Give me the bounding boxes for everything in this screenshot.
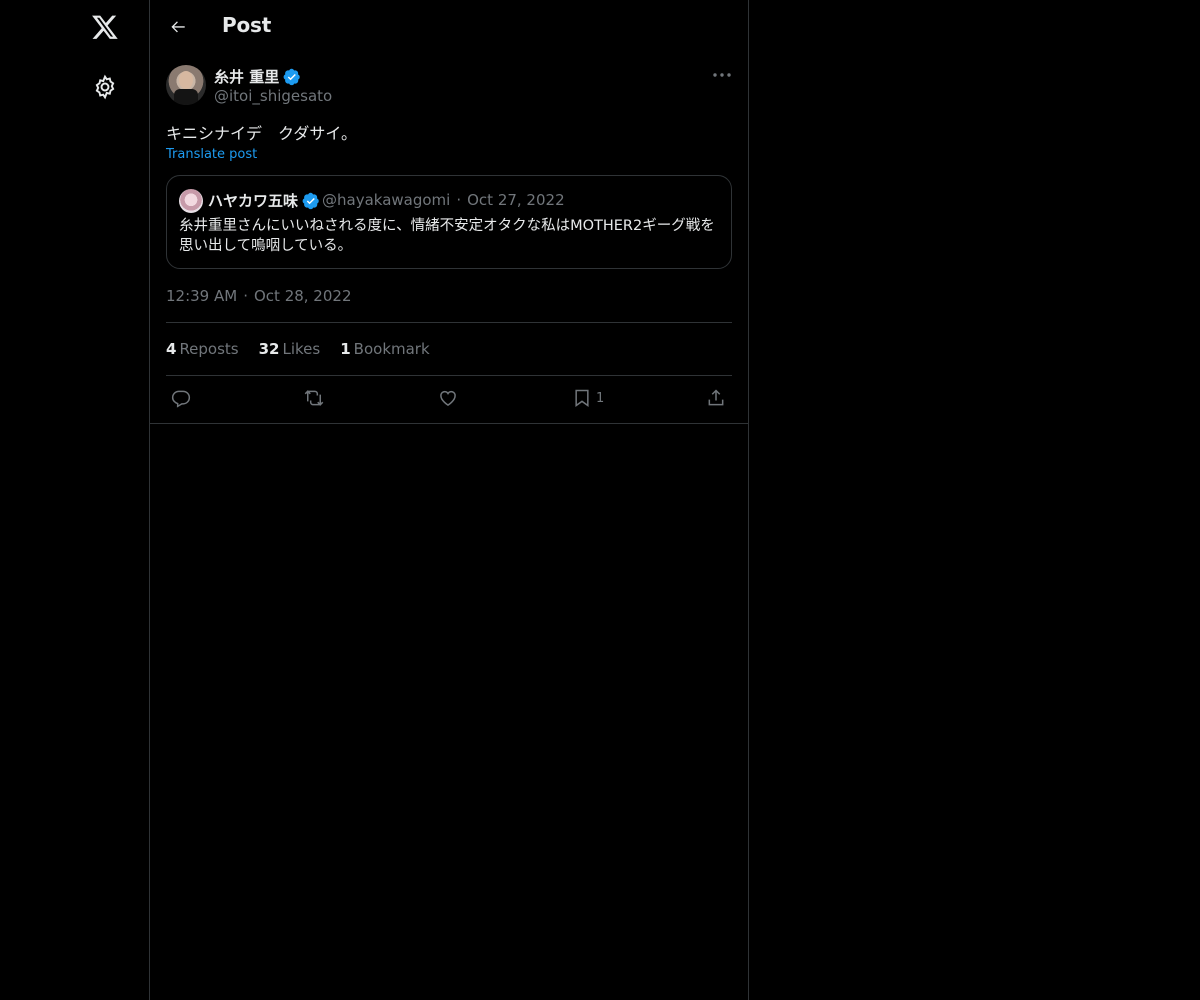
back-arrow-icon[interactable] (166, 15, 190, 39)
like-button[interactable] (438, 386, 458, 410)
more-icon[interactable] (710, 66, 734, 84)
page-header: Post (150, 0, 748, 54)
separator-dot: · (456, 191, 462, 209)
action-bar: 1 (166, 386, 732, 410)
author-name-text[interactable]: 糸井 重里 (214, 66, 279, 87)
verified-icon (302, 192, 320, 210)
main-column: Post 糸井 重里 @itoi_shigesato キニシナイデ クダサイ。 … (149, 0, 749, 1000)
quote-date[interactable]: Oct 27, 2022 (467, 191, 565, 209)
bookmark-count: 1 (596, 390, 605, 406)
post: 糸井 重里 @itoi_shigesato キニシナイデ クダサイ。 Trans… (150, 54, 748, 424)
post-timestamp[interactable]: 12:39 AM · Oct 28, 2022 (166, 287, 351, 305)
settings-icon[interactable] (92, 74, 118, 100)
like-icon (440, 390, 456, 406)
separator-dot: · (243, 287, 248, 305)
divider (166, 375, 732, 376)
post-time[interactable]: 12:39 AM (166, 287, 237, 305)
quote-text: 糸井重里さんにいいねされる度に、情緒不安定オタクな私はMOTHER2ギーグ戦を思… (179, 218, 715, 254)
post-text: キニシナイデ クダサイ。 (166, 124, 358, 143)
translate-post-link[interactable]: Translate post (166, 147, 257, 162)
post-stats: 4 Reposts 32 Likes 1 Bookmark (166, 340, 430, 358)
share-icon (708, 389, 724, 406)
quote-author-name-text[interactable]: ハヤカワ五味 (208, 190, 298, 211)
bookmark-button[interactable]: 1 (572, 386, 604, 410)
reply-icon (171, 390, 191, 408)
quote-avatar[interactable] (179, 189, 203, 213)
avatar[interactable] (166, 65, 206, 105)
reposts-stat[interactable]: 4 Reposts (166, 340, 239, 358)
divider (166, 322, 732, 323)
reply-button[interactable] (171, 386, 191, 410)
quote-author-name[interactable]: ハヤカワ五味 (208, 190, 320, 211)
quoted-post[interactable]: ハヤカワ五味 @hayakawagomi · Oct 27, 2022 糸井重里さん… (166, 175, 732, 269)
verified-icon (283, 68, 301, 86)
author-handle[interactable]: @itoi_shigesato (214, 87, 332, 105)
repost-button[interactable] (304, 386, 324, 410)
quote-author-handle[interactable]: @hayakawagomi (322, 191, 450, 209)
post-date[interactable]: Oct 28, 2022 (254, 287, 352, 305)
repost-icon (304, 390, 324, 406)
share-button[interactable] (706, 386, 726, 410)
bookmark-icon (575, 389, 589, 407)
bookmarks-stat[interactable]: 1 Bookmark (340, 340, 429, 358)
likes-stat[interactable]: 32 Likes (259, 340, 321, 358)
page-title: Post (222, 13, 272, 37)
quote-meta: @hayakawagomi · Oct 27, 2022 (322, 191, 565, 209)
left-nav (0, 0, 150, 1000)
x-logo-icon[interactable] (91, 13, 119, 41)
author-name[interactable]: 糸井 重里 (214, 66, 301, 87)
